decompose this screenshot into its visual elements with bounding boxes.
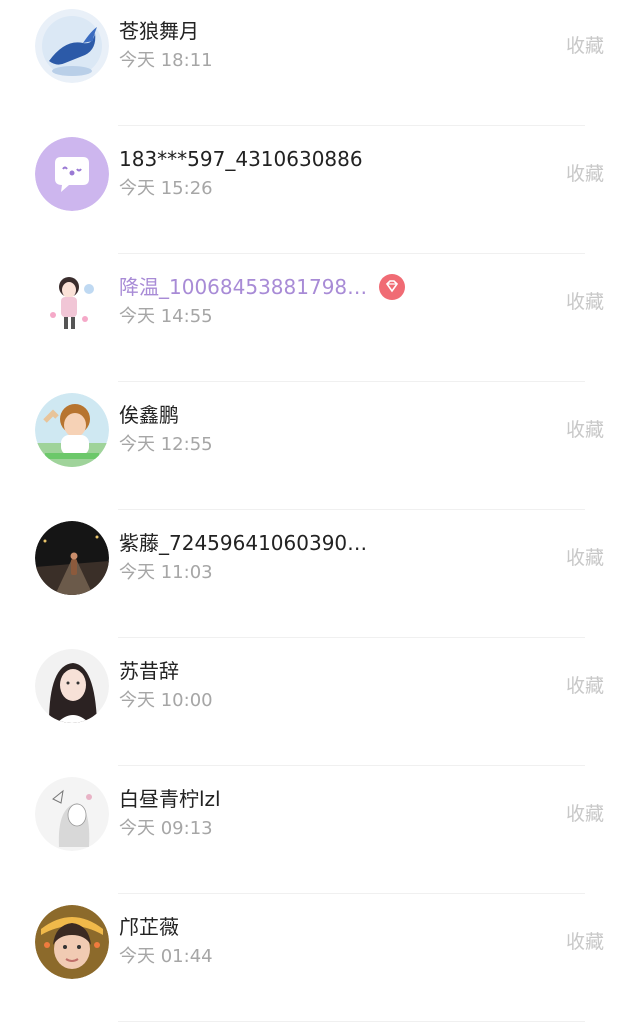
girl-photo-avatar[interactable] <box>35 393 109 467</box>
favorite-button[interactable]: 收藏 <box>566 417 604 443</box>
list-item[interactable]: 183***597_4310630886 今天 15:26 收藏 <box>0 128 640 256</box>
woman-portrait-avatar[interactable] <box>35 649 109 723</box>
contact-name: 苏昔辞 <box>119 659 179 683</box>
favorite-button[interactable]: 收藏 <box>566 929 604 955</box>
message-time: 今天 18:11 <box>119 50 213 71</box>
contact-name: 183***597_4310630886 <box>119 147 363 171</box>
message-time: 今天 01:44 <box>119 946 213 967</box>
cartoon-girl-avatar[interactable] <box>35 265 109 339</box>
list-item[interactable]: 苍狼舞月 今天 18:11 收藏 <box>0 0 640 128</box>
night-road-avatar[interactable] <box>35 521 109 595</box>
contact-name: 降温_10068453881798… <box>119 273 406 302</box>
whale-avatar[interactable] <box>35 9 109 83</box>
list-item[interactable]: 苏昔辞 今天 10:00 收藏 <box>0 640 640 768</box>
list-item[interactable]: 紫藤_72459641060390… 今天 11:03 收藏 <box>0 512 640 640</box>
list-item[interactable]: 白昼青柠lzl 今天 09:13 收藏 <box>0 768 640 896</box>
message-time: 今天 15:26 <box>119 178 213 199</box>
list-item[interactable]: 邝芷薇 今天 01:44 收藏 <box>0 896 640 1024</box>
contact-name: 紫藤_72459641060390… <box>119 531 368 555</box>
message-time: 今天 10:00 <box>119 690 213 711</box>
message-time: 今天 11:03 <box>119 562 213 583</box>
favorite-button[interactable]: 收藏 <box>566 673 604 699</box>
sketch-girl-avatar[interactable] <box>35 777 109 851</box>
contact-name: 白昼青柠lzl <box>119 787 221 811</box>
contact-list: 苍狼舞月 今天 18:11 收藏 183***597_4310630886 今天… <box>0 0 640 1024</box>
contact-name: 俟鑫鹏 <box>119 403 179 427</box>
list-item[interactable]: 俟鑫鹏 今天 12:55 收藏 <box>0 384 640 512</box>
selfie-avatar[interactable] <box>35 905 109 979</box>
vip-diamond-icon <box>379 273 406 300</box>
list-item[interactable]: 降温_10068453881798… 今天 14:55 收藏 <box>0 256 640 384</box>
favorite-button[interactable]: 收藏 <box>566 33 604 59</box>
contact-name: 邝芷薇 <box>119 915 179 939</box>
message-time: 今天 12:55 <box>119 434 213 455</box>
chat-bubble-avatar[interactable] <box>35 137 109 211</box>
favorite-button[interactable]: 收藏 <box>566 289 604 315</box>
message-time: 今天 09:13 <box>119 818 213 839</box>
message-time: 今天 14:55 <box>119 306 213 327</box>
contact-name: 苍狼舞月 <box>119 19 199 43</box>
contact-name-text: 降温_10068453881798… <box>119 275 368 299</box>
favorite-button[interactable]: 收藏 <box>566 545 604 571</box>
favorite-button[interactable]: 收藏 <box>566 161 604 187</box>
favorite-button[interactable]: 收藏 <box>566 801 604 827</box>
